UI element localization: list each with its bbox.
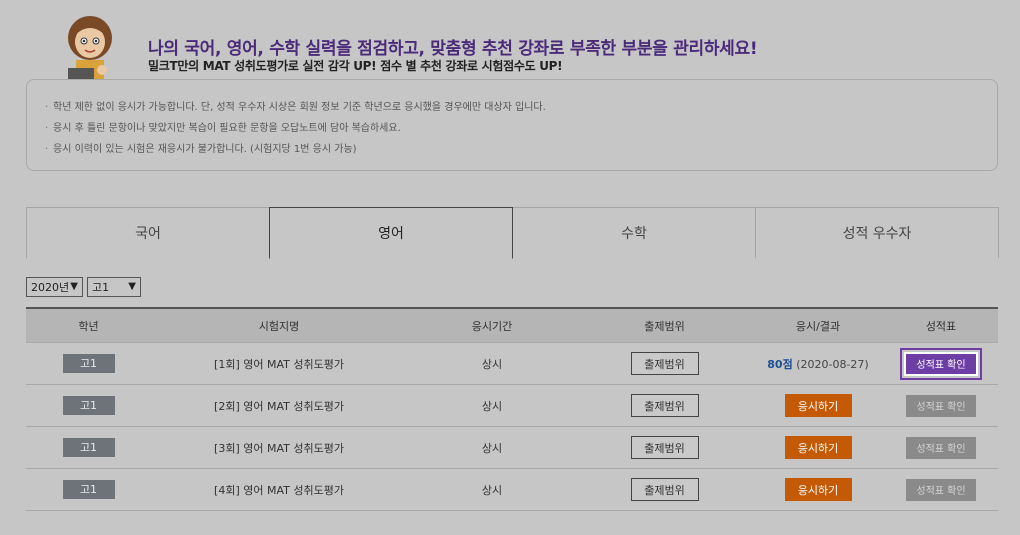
take-exam-button[interactable]: 응시하기 bbox=[784, 478, 852, 501]
take-exam-button[interactable]: 응시하기 bbox=[784, 436, 852, 459]
notice-text: 응시 후 틀린 문항이나 맞았지만 복습이 필요한 문항을 오답노트에 담아 복… bbox=[53, 123, 401, 134]
notice-item: · 학년 제한 없이 응시가 가능합니다. 단, 성적 우수자 시상은 회원 정보… bbox=[45, 97, 997, 118]
col-period: 응시기간 bbox=[471, 319, 513, 333]
notice-item: · 응시 이력이 있는 시험은 재응시가 불가합니다. (시험지당 1번 응시 가… bbox=[45, 139, 997, 160]
table-header: 학년 시험지명 응시기간 출제범위 응시/결과 성적표 bbox=[26, 309, 998, 343]
exam-period: 상시 bbox=[481, 399, 503, 413]
exam-name: [4회] 영어 MAT 성취도평가 bbox=[214, 483, 344, 497]
report-button[interactable]: 성적표 확인 bbox=[906, 478, 976, 501]
report-button[interactable]: 성적표 확인 bbox=[900, 347, 982, 380]
year-select-value: 2020년 bbox=[31, 281, 70, 294]
score-result: 80점 (2020-08-27) bbox=[767, 356, 868, 372]
grade-badge: 고1 bbox=[62, 396, 115, 415]
notice-item: · 응시 후 틀린 문항이나 맞았지만 복습이 필요한 문항을 오답노트에 담아 … bbox=[45, 118, 997, 139]
exam-period: 상시 bbox=[481, 357, 503, 371]
notice-box: · 학년 제한 없이 응시가 가능합니다. 단, 성적 우수자 시상은 회원 정보… bbox=[26, 79, 998, 171]
exam-name: [1회] 영어 MAT 성취도평가 bbox=[214, 357, 344, 371]
grade-badge: 고1 bbox=[62, 438, 115, 457]
exam-table: 학년 시험지명 응시기간 출제범위 응시/결과 성적표 고1 [1회] 영어 M… bbox=[26, 307, 998, 511]
score-value: 80점 bbox=[767, 357, 793, 371]
range-button[interactable]: 출제범위 bbox=[630, 394, 699, 417]
tab-math[interactable]: 수학 bbox=[512, 207, 756, 258]
col-exam-name: 시험지명 bbox=[258, 319, 300, 333]
grade-select-value: 고1 bbox=[92, 281, 110, 294]
table-row: 고1 [2회] 영어 MAT 성취도평가 상시 출제범위 응시하기 성적표 확인 bbox=[26, 385, 998, 427]
score-date: (2020-08-27) bbox=[796, 357, 869, 371]
exam-name: [2회] 영어 MAT 성취도평가 bbox=[214, 399, 344, 413]
filters: 2020년 ▼ 고1 ▼ bbox=[26, 277, 141, 297]
header: 나의 국어, 영어, 수학 실력을 점검하고, 맞춤형 추천 강좌로 부족한 부… bbox=[60, 14, 960, 84]
chevron-down-icon: ▼ bbox=[128, 281, 136, 292]
table-row: 고1 [4회] 영어 MAT 성취도평가 상시 출제범위 응시하기 성적표 확인 bbox=[26, 469, 998, 511]
exam-name: [3회] 영어 MAT 성취도평가 bbox=[214, 441, 344, 455]
teacher-avatar-icon bbox=[68, 16, 112, 80]
range-button[interactable]: 출제범위 bbox=[630, 478, 699, 501]
tab-korean[interactable]: 국어 bbox=[26, 207, 270, 258]
exam-period: 상시 bbox=[481, 483, 503, 497]
range-button[interactable]: 출제범위 bbox=[630, 436, 699, 459]
tab-top-scorers[interactable]: 성적 우수자 bbox=[755, 207, 999, 258]
bullet-icon: · bbox=[45, 102, 49, 113]
bullet-icon: · bbox=[45, 144, 49, 155]
col-grade: 학년 bbox=[78, 319, 99, 333]
report-button[interactable]: 성적표 확인 bbox=[906, 394, 976, 417]
col-range: 출제범위 bbox=[644, 319, 685, 333]
year-select[interactable]: 2020년 ▼ bbox=[26, 277, 83, 297]
headline: 나의 국어, 영어, 수학 실력을 점검하고, 맞춤형 추천 강좌로 부족한 부… bbox=[148, 39, 758, 59]
range-button[interactable]: 출제범위 bbox=[630, 352, 699, 375]
col-report: 성적표 bbox=[925, 319, 957, 333]
notice-text: 학년 제한 없이 응시가 가능합니다. 단, 성적 우수자 시상은 회원 정보 … bbox=[53, 102, 546, 113]
col-result: 응시/결과 bbox=[795, 319, 841, 333]
grade-badge: 고1 bbox=[62, 354, 115, 373]
table-row: 고1 [1회] 영어 MAT 성취도평가 상시 출제범위 80점 (2020-0… bbox=[26, 343, 998, 385]
take-exam-button[interactable]: 응시하기 bbox=[784, 394, 852, 417]
bullet-icon: · bbox=[45, 123, 49, 134]
subline: 밀크T만의 MAT 성취도평가로 실전 감각 UP! 점수 별 추천 강좌로 시… bbox=[148, 59, 563, 73]
grade-select[interactable]: 고1 ▼ bbox=[87, 277, 141, 297]
subject-tabs: 국어 영어 수학 성적 우수자 bbox=[26, 207, 999, 259]
chevron-down-icon: ▼ bbox=[70, 281, 78, 292]
table-row: 고1 [3회] 영어 MAT 성취도평가 상시 출제범위 응시하기 성적표 확인 bbox=[26, 427, 998, 469]
report-button[interactable]: 성적표 확인 bbox=[906, 436, 976, 459]
tab-english[interactable]: 영어 bbox=[269, 207, 513, 259]
grade-badge: 고1 bbox=[62, 480, 115, 499]
exam-period: 상시 bbox=[481, 441, 503, 455]
notice-text: 응시 이력이 있는 시험은 재응시가 불가합니다. (시험지당 1번 응시 가능… bbox=[53, 144, 357, 155]
